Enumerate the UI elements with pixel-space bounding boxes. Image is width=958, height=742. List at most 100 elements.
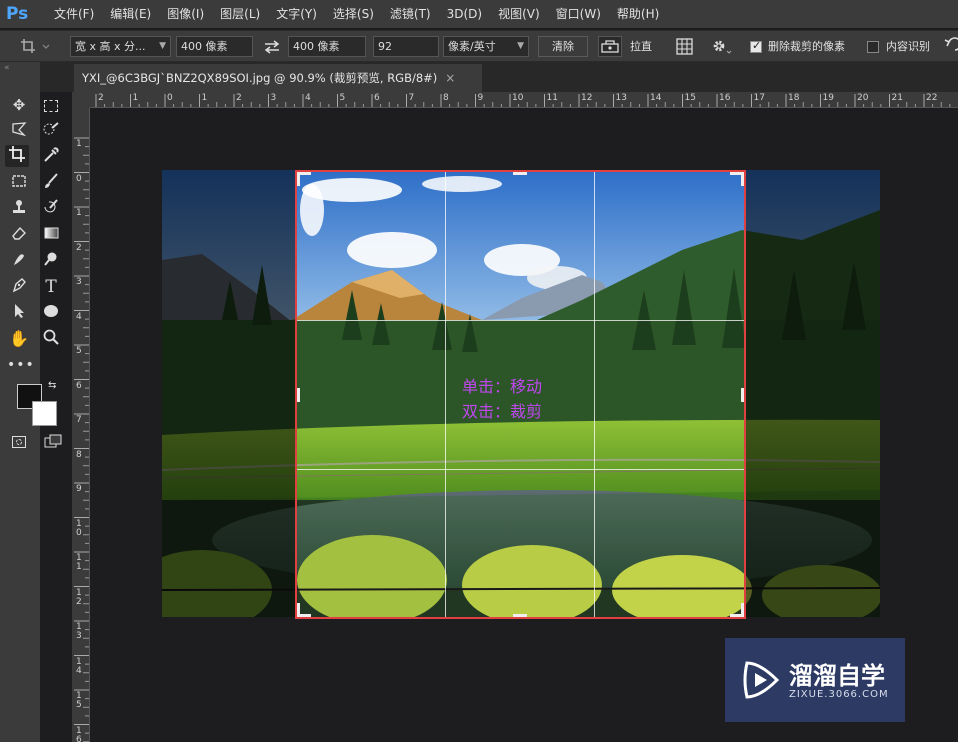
ruler-v-label: 2 [76,242,82,253]
menu-file[interactable]: 文件(F) [46,0,102,28]
content-aware-checkbox[interactable] [867,41,879,53]
ruler-h-label: 15 [684,93,696,103]
menu-edit[interactable]: 编辑(E) [102,0,159,28]
ruler-h-label: 1 [201,93,208,103]
marquee-tool-icon[interactable] [39,94,63,116]
crop-tool-icon[interactable] [5,145,29,167]
brush-tool-icon[interactable] [39,172,63,194]
menu-layer[interactable]: 图层(L) [212,0,268,28]
grid-overlay-icon [676,38,693,55]
menu-image[interactable]: 图像(I) [159,0,212,28]
move-tool-icon[interactable]: ✥ [7,94,31,116]
ruler-h-label: 12 [581,93,593,103]
crop-hint-commit: 双击：裁剪 [462,402,543,421]
undo-icon [944,37,958,51]
ruler-h-label: 11 [546,93,558,103]
rule-of-thirds-line [297,320,744,321]
dodge-tool-icon[interactable] [39,250,63,272]
tools-panel: « ✥ T ✋ ••• ⇆ [0,62,62,742]
menu-view[interactable]: 视图(V) [490,0,548,28]
watermark-url: ZIXUE.3066.COM [789,689,889,700]
swap-colors-icon[interactable]: ⇆ [48,380,56,391]
ruler-h-label: 16 [719,93,731,103]
vertical-ruler[interactable]: 1 0 1 2 3 4 5 6 7 8 9 10 11 12 13 14 15 16 [72,108,90,742]
rule-of-thirds-line [445,172,446,617]
history-brush-tool-icon[interactable] [39,198,63,220]
cancel-crop-button[interactable] [942,36,958,57]
crop-handle-bottom-left[interactable] [297,603,300,617]
clone-stamp-tool-icon[interactable] [7,198,31,220]
menu-3d[interactable]: 3D(D) [439,0,490,28]
ruler-v-label: 4 [76,311,82,322]
screen-mode-icon[interactable] [44,434,62,448]
menu-window[interactable]: 窗口(W) [548,0,609,28]
straighten-label: 拉直 [630,40,652,53]
swap-dimensions-button[interactable] [262,36,282,57]
document-tab-bar: YXI_@6C3BGJ`BNZ2QX89SOI.jpg @ 90.9% (裁剪预… [40,62,958,92]
gradient-tool-icon[interactable] [39,224,63,246]
clear-button[interactable]: 清除 [538,36,588,57]
background-color-swatch[interactable] [32,401,57,426]
ruler-v-label: 6 [76,380,82,391]
collapse-panel-icon[interactable]: « [4,63,10,73]
gear-icon [713,40,732,54]
watermark-badge: 溜溜自学 ZIXUE.3066.COM [725,638,905,722]
ratio-preset-select[interactable]: 宽 x 高 x 分... ▼ [70,36,171,57]
ruler-origin[interactable] [72,92,90,108]
smudge-tool-icon[interactable] [7,250,31,272]
horizontal-ruler[interactable]: 2 1 0 1 2 3 4 5 6 7 8 9 10 11 12 13 14 15 16 17 18 19 20 21 22 [90,92,958,108]
crop-handle-right[interactable] [741,388,744,402]
width-input[interactable]: 400 像素 [176,36,253,57]
delete-cropped-checkbox[interactable] [750,39,762,53]
frame-tool-icon[interactable] [7,172,31,194]
ruler-v-label: 1 [76,139,82,149]
ruler-v-label: 14 [76,656,82,676]
hand-tool-icon[interactable]: ✋ [7,328,31,350]
resolution-input[interactable]: 92 [373,36,439,57]
swap-arrows-icon [264,40,280,54]
ruler-v-label: 1 [76,208,82,218]
menu-help[interactable]: 帮助(H) [609,0,667,28]
crop-handle-top-right[interactable] [741,172,744,186]
document-tab-title: YXI_@6C3BGJ`BNZ2QX89SOI.jpg @ 90.9% (裁剪预… [82,71,438,85]
pen-tool-icon[interactable] [7,276,31,298]
ellipse-tool-icon[interactable] [39,302,63,324]
crop-settings-button[interactable] [708,36,732,57]
ruler-h-label: 19 [822,93,834,103]
more-tools-icon[interactable]: ••• [7,354,34,376]
straighten-button[interactable] [598,36,622,57]
ruler-v-label: 3 [76,277,82,287]
eraser-tool-icon[interactable] [7,224,31,246]
overlay-options-button[interactable] [674,36,696,57]
menu-type[interactable]: 文字(Y) [268,0,325,28]
crop-handle-top-left[interactable] [297,172,300,186]
tool-preset-picker[interactable] [16,36,56,57]
height-input[interactable]: 400 像素 [288,36,366,57]
default-colors-icon[interactable] [17,379,29,391]
crop-handle-top[interactable] [513,172,527,175]
type-tool-icon[interactable]: T [39,276,63,298]
options-bar: 宽 x 高 x 分... ▼ 400 像素 400 像素 92 像素/英寸 ▼ … [0,30,958,62]
polygonal-lasso-tool-icon[interactable] [7,120,31,142]
crop-handle-bottom[interactable] [513,614,527,617]
vertical-ruler-ticks [74,137,89,742]
quick-mask-icon[interactable] [12,436,26,448]
menu-filter[interactable]: 滤镜(T) [382,0,439,28]
quick-select-tool-icon[interactable] [39,120,63,142]
delete-cropped-label: 删除裁剪的像素 [768,40,845,53]
ruler-h-label: 9 [477,93,484,103]
rule-of-thirds-line [594,172,595,617]
eyedropper-tool-icon[interactable] [39,146,63,168]
resolution-unit-select[interactable]: 像素/英寸 ▼ [443,36,529,57]
crop-hint-move: 单击：移动 [462,377,543,396]
zoom-tool-icon[interactable] [39,328,63,350]
crop-handle-bottom-right[interactable] [741,603,744,617]
close-icon[interactable]: × [445,71,455,85]
crop-handle-left[interactable] [297,388,300,402]
menu-select[interactable]: 选择(S) [325,0,382,28]
ruler-v-label: 9 [76,484,82,494]
ruler-v-label: 5 [76,346,82,356]
canvas-area[interactable]: 单击：移动 双击：裁剪 溜溜自学 ZIXUE.3066.COM [90,108,958,742]
path-selection-tool-icon[interactable] [7,302,31,324]
document-tab[interactable]: YXI_@6C3BGJ`BNZ2QX89SOI.jpg @ 90.9% (裁剪预… [74,64,482,92]
